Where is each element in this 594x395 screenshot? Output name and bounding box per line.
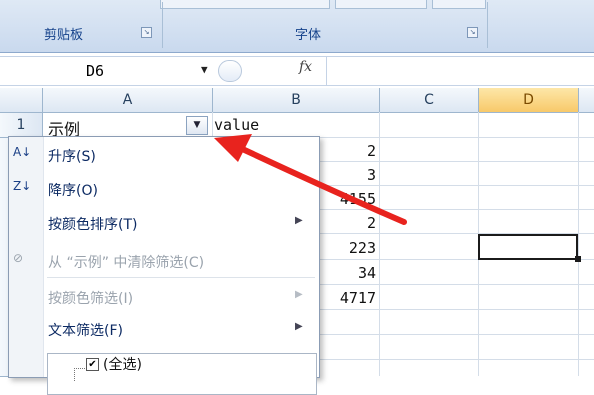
- column-header-e[interactable]: [579, 88, 594, 113]
- ribbon: 剪贴板 ↘ 字体 ↘: [0, 0, 594, 53]
- column-header-a[interactable]: A: [43, 88, 213, 113]
- cell-b-value[interactable]: 2: [316, 142, 376, 160]
- chevron-down-icon[interactable]: ▼: [201, 63, 208, 76]
- name-box-value: D6: [86, 62, 105, 80]
- menu-item-sort-by-color[interactable]: 按颜色排序(T) ▶: [9, 207, 319, 239]
- sort-descending-icon: Z↓: [13, 179, 32, 193]
- menu-item-filter-by-color[interactable]: 按颜色筛选(I) ▶: [9, 281, 319, 313]
- font-group-label: 字体: [295, 28, 322, 43]
- active-cell-d6[interactable]: [478, 234, 578, 260]
- cell-b-value[interactable]: 34: [316, 264, 376, 282]
- formula-bar: D6 ▼ fx: [0, 56, 594, 86]
- cell-b-value[interactable]: 4717: [316, 289, 376, 307]
- column-header-b[interactable]: B: [213, 88, 380, 113]
- cell-b-value[interactable]: 3: [316, 166, 376, 184]
- menu-item-sort-descending[interactable]: Z↓ 降序(O): [9, 173, 319, 205]
- font-buttons[interactable]: [432, 0, 486, 9]
- select-all-checkbox[interactable]: ✔: [86, 358, 99, 371]
- menu-item-sort-ascending[interactable]: A↓ 升序(S): [9, 139, 319, 171]
- column-header-d[interactable]: D: [479, 88, 579, 113]
- tree-connector: [74, 368, 85, 381]
- ribbon-divider: [162, 2, 163, 48]
- menu-separator: [47, 277, 315, 278]
- column-header-c[interactable]: C: [380, 88, 479, 113]
- cell-b1[interactable]: value: [214, 116, 259, 134]
- cell-b-value[interactable]: 223: [316, 239, 376, 257]
- cell-b-value[interactable]: 2: [316, 214, 376, 232]
- autofilter-menu: A↓ 升序(S) Z↓ 降序(O) 按颜色排序(T) ▶ ⊘ 从 “示例” 中清…: [8, 136, 320, 395]
- font-launcher-icon[interactable]: ↘: [467, 27, 478, 38]
- submenu-arrow-icon: ▶: [295, 289, 303, 300]
- filter-dropdown-button[interactable]: ▼: [186, 116, 208, 135]
- name-box[interactable]: D6 ▼: [2, 60, 214, 82]
- clear-filter-icon: ⊘: [13, 251, 24, 265]
- insert-function-icon[interactable]: fx: [299, 59, 312, 75]
- filter-values-list[interactable]: ✔ (全选): [47, 353, 317, 395]
- cell-b-value[interactable]: 4155: [316, 190, 376, 208]
- gridline: [379, 112, 380, 376]
- select-all-label: (全选): [103, 357, 142, 373]
- name-box-resize-icon[interactable]: [218, 60, 242, 82]
- clipboard-launcher-icon[interactable]: ↘: [141, 27, 152, 38]
- formula-input[interactable]: [326, 57, 594, 85]
- row-header-1[interactable]: 1: [0, 113, 43, 138]
- select-all-corner[interactable]: [0, 88, 43, 113]
- sort-ascending-icon: A↓: [13, 145, 32, 159]
- clipboard-group-label: 剪贴板: [44, 28, 84, 43]
- submenu-arrow-icon: ▶: [295, 321, 303, 332]
- submenu-arrow-icon: ▶: [295, 215, 303, 226]
- font-name-box[interactable]: [160, 0, 330, 9]
- menu-item-clear-filter[interactable]: ⊘ 从 “示例” 中清除筛选(C): [9, 245, 319, 277]
- menu-item-text-filters[interactable]: 文本筛选(F) ▶: [9, 313, 319, 345]
- gridline: [578, 112, 579, 376]
- fill-handle[interactable]: [575, 256, 581, 262]
- ribbon-divider: [487, 2, 488, 48]
- font-size-box[interactable]: [335, 0, 427, 9]
